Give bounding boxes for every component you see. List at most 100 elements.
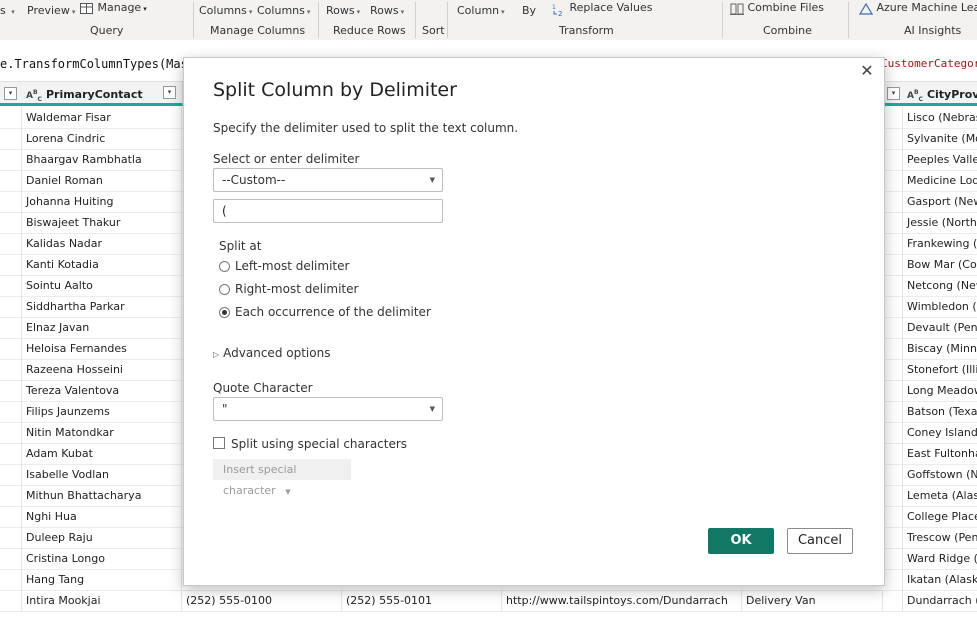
cell-city-province[interactable]: Wimbledon (N [903, 296, 977, 317]
cell-city-province[interactable]: Coney Island (N [903, 422, 977, 443]
formula-text: e.TransformColumnTypes(Maste [0, 57, 203, 71]
manage-button[interactable]: Manage ▾ [80, 1, 147, 16]
cell-delivery-method[interactable]: Delivery Van [742, 590, 883, 611]
cell-primary-contact[interactable]: Hang Tang [22, 569, 182, 590]
cell-city-province[interactable]: Lemeta (Alaska [903, 485, 977, 506]
row-cell-previous [0, 254, 22, 275]
cell-city-province[interactable]: Lisco (Nebrask [903, 107, 977, 128]
custom-delimiter-input[interactable]: ( [213, 199, 443, 223]
cell-city-province[interactable]: Long Meadow [903, 380, 977, 401]
column-header-customer-category[interactable]: ▾ [883, 82, 904, 106]
cell-primary-contact[interactable]: Filips Jaunzems [22, 401, 182, 422]
cell-city-province[interactable]: Stonefort (Illin [903, 359, 977, 380]
table-row: Intira Mookjai (252) 555-0100 (252) 555-01… [0, 590, 977, 612]
cell-city-province[interactable]: College Place ( [903, 506, 977, 527]
remove-columns-button[interactable]: Columns ▾ [257, 4, 310, 19]
delimiter-select[interactable]: --Custom-- ▼ [213, 168, 443, 192]
cell-primary-contact[interactable]: Nitin Matondkar [22, 422, 182, 443]
cell-city-province[interactable]: Biscay (Minnes [903, 338, 977, 359]
text-type-icon[interactable]: ABC [26, 89, 42, 103]
cell-primary-contact[interactable]: Siddhartha Parkar [22, 296, 182, 317]
azure-ml-button[interactable]: Azure Machine Lea [858, 1, 977, 15]
column-header-previous[interactable]: ▾ [0, 82, 23, 106]
cell-city-province[interactable]: Gasport (New [903, 191, 977, 212]
cell-primary-contact[interactable]: Daniel Roman [22, 170, 182, 191]
radio-circle [219, 261, 230, 272]
cell-city-province[interactable]: Netcong (New [903, 275, 977, 296]
cell-primary-contact[interactable]: Sointu Aalto [22, 275, 182, 296]
cell-primary-contact[interactable]: Isabelle Vodlan [22, 464, 182, 485]
cell-city-province[interactable]: Trescow (Penn [903, 527, 977, 548]
refresh-preview-button[interactable]: Preview ▾ [27, 4, 75, 19]
cell-primary-contact[interactable]: Intira Mookjai [22, 590, 182, 611]
text-type-icon[interactable]: ABC [907, 89, 923, 103]
column-filter-dropdown[interactable]: ▾ [4, 86, 17, 100]
group-label-sort: Sort [422, 24, 445, 37]
remove-rows-button[interactable]: Rows ▾ [370, 4, 404, 19]
row-cell-previous [0, 464, 22, 485]
cell-city-province[interactable]: Bow Mar (Colc [903, 254, 977, 275]
cell-city-province[interactable]: Medicine Lodg [903, 170, 977, 191]
cell-primary-contact[interactable]: Kalidas Nadar [22, 233, 182, 254]
row-cell-category [883, 464, 903, 485]
cell-city-province[interactable]: Goffstown (Ne [903, 464, 977, 485]
cell-primary-contact[interactable]: Mithun Bhattacharya [22, 485, 182, 506]
cell-primary-contact[interactable]: Johanna Huiting [22, 191, 182, 212]
group-separator [447, 2, 448, 38]
cell-primary-contact[interactable]: Duleep Raju [22, 527, 182, 548]
radio-right-most[interactable]: Right-most delimiter [219, 282, 358, 296]
cell-primary-contact[interactable]: Nghi Hua [22, 506, 182, 527]
combine-files-button[interactable]: Combine Files [730, 1, 824, 15]
row-cell-category [883, 590, 903, 611]
cell-city-province[interactable]: East Fultonhan [903, 443, 977, 464]
cell-phone[interactable]: (252) 555-0100 [182, 590, 342, 611]
ok-button[interactable]: OK [708, 528, 774, 554]
cell-city-province[interactable]: Peeples Valley [903, 149, 977, 170]
cell-primary-contact[interactable]: Bhaargav Rambhatla [22, 149, 182, 170]
cell-primary-contact[interactable]: Lorena Cindric [22, 128, 182, 149]
cell-city-province[interactable]: Batson (Texas) [903, 401, 977, 422]
column-header-city-province[interactable]: ABCCityProvin [903, 82, 977, 106]
column-filter-dropdown[interactable]: ▾ [163, 86, 176, 99]
cell-city-province[interactable]: Ikatan (Alaska) [903, 569, 977, 590]
special-characters-checkbox[interactable]: Split using special characters [213, 437, 407, 451]
close-icon[interactable]: ✕ [858, 62, 876, 80]
cell-primary-contact[interactable]: Elnaz Javan [22, 317, 182, 338]
cell-primary-contact[interactable]: Waldemar Fisar [22, 107, 182, 128]
cell-primary-contact[interactable]: Tereza Valentova [22, 380, 182, 401]
replace-values-button[interactable]: 12 Replace Values [552, 1, 652, 18]
cell-city-province[interactable]: Sylvanite (Mor [903, 128, 977, 149]
cell-city-province[interactable]: Dundarrach (N [903, 590, 977, 611]
row-cell-category [883, 170, 903, 191]
cell-city-province[interactable]: Devault (Penns [903, 317, 977, 338]
cell-website[interactable]: http://www.tailspintoys.com/Dundarrach [502, 590, 742, 611]
keep-rows-button[interactable]: Rows ▾ [326, 4, 360, 19]
cell-primary-contact[interactable]: Cristina Longo [22, 548, 182, 569]
group-label-reduce-rows: Reduce Rows [333, 24, 406, 37]
cell-primary-contact[interactable]: Razeena Hosseini [22, 359, 182, 380]
cell-city-province[interactable]: Frankewing (Te [903, 233, 977, 254]
row-cell-category [883, 317, 903, 338]
delimiter-label: Select or enter delimiter [213, 152, 360, 166]
column-filter-dropdown[interactable]: ▾ [887, 86, 900, 100]
insert-special-character-button[interactable]: Insert special character ▼ [213, 459, 351, 497]
cell-fax[interactable]: (252) 555-0101 [342, 590, 502, 611]
cell-primary-contact[interactable]: Kanti Kotadia [22, 254, 182, 275]
cell-city-province[interactable]: Jessie (North D [903, 212, 977, 233]
row-cell-category [883, 275, 903, 296]
split-column-button[interactable]: Column ▾ [457, 4, 505, 19]
radio-left-most[interactable]: Left-most delimiter [219, 259, 349, 273]
cell-city-province[interactable]: Ward Ridge (Fl [903, 548, 977, 569]
cancel-button[interactable]: Cancel [787, 528, 853, 554]
cell-primary-contact[interactable]: Adam Kubat [22, 443, 182, 464]
row-cell-category [883, 569, 903, 590]
cell-primary-contact[interactable]: Heloisa Fernandes [22, 338, 182, 359]
cell-primary-contact[interactable]: Biswajeet Thakur [22, 212, 182, 233]
radio-each-occurrence[interactable]: Each occurrence of the delimiter [219, 305, 431, 319]
column-header-primary-contact[interactable]: ABC PrimaryContact ▾ [22, 82, 183, 106]
quote-character-select[interactable]: " ▼ [213, 397, 443, 421]
choose-columns-button[interactable]: Columns ▾ [199, 4, 252, 19]
group-separator [848, 2, 849, 38]
advanced-options-toggle[interactable]: ▷ Advanced options [213, 346, 330, 360]
group-by-button[interactable]: By [522, 4, 536, 17]
